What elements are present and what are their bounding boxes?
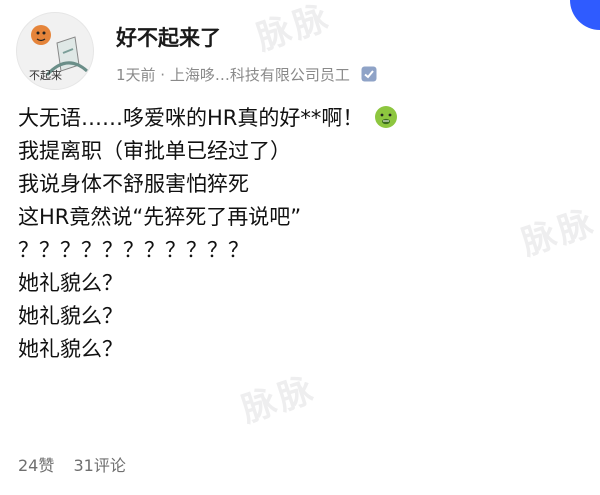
post-meta-text: 1天前 · 上海哆…科技有限公司员工 xyxy=(116,66,350,84)
post-line: 我提离职（审批单已经过了） xyxy=(18,139,291,163)
like-count-button[interactable]: 24赞 xyxy=(18,456,54,475)
avatar-caption: 不起来 xyxy=(29,69,62,82)
post-header: 不起来 好不起来了 1天前 · 上海哆…科技有限公司员工 xyxy=(16,12,576,90)
post-line: 她礼貌么？ xyxy=(18,304,123,328)
post-line-text: 大无语……哆爱咪的HR真的好**啊！ xyxy=(18,106,364,130)
post-line: 这HR竟然说“先猝死了再说吧” xyxy=(18,205,302,229)
nauseated-face-icon xyxy=(375,106,398,128)
avatar[interactable]: 不起来 xyxy=(16,12,94,90)
verified-badge-icon xyxy=(361,66,377,82)
comment-count-button[interactable]: 31评论 xyxy=(73,456,125,475)
post-line: 她礼貌么？ xyxy=(18,271,123,295)
author-name[interactable]: 好不起来了 xyxy=(116,22,221,52)
post-line: 她礼貌么？ xyxy=(18,337,123,361)
post-line: ？？？？？？？？？？？ xyxy=(18,238,249,262)
post-line: 我说身体不舒服害怕猝死 xyxy=(18,172,249,196)
watermark: 脉脉 xyxy=(236,369,322,431)
post-meta: 1天前 · 上海哆…科技有限公司员工 xyxy=(116,64,377,85)
post-body: 大无语……哆爱咪的HR真的好**啊！ 我提离职（审批单已经过了） 我说身体不舒服… xyxy=(18,102,578,366)
post-line: 大无语……哆爱咪的HR真的好**啊！ xyxy=(18,102,578,135)
post-footer: 24赞 31评论 xyxy=(18,452,140,476)
